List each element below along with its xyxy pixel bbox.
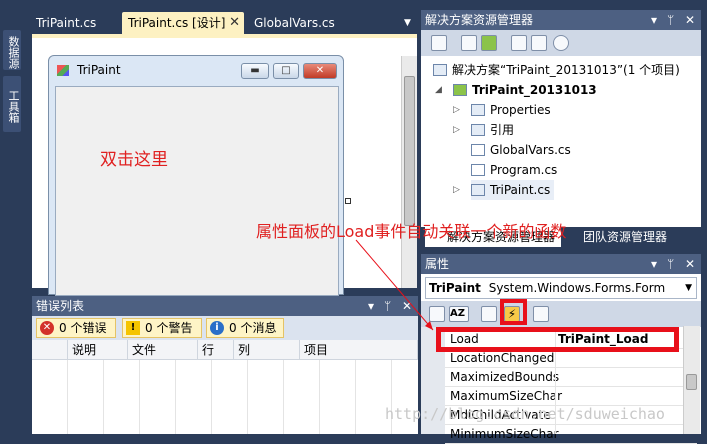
- watermark: http://blog.csdn.net/sduweichao: [385, 405, 665, 423]
- annotation-arrow: [355, 239, 434, 331]
- load-highlight-box: [436, 327, 679, 352]
- annotation-text: 属性面板的Load事件自动关联一个新的函数: [256, 222, 567, 241]
- events-highlight-box: [500, 299, 527, 325]
